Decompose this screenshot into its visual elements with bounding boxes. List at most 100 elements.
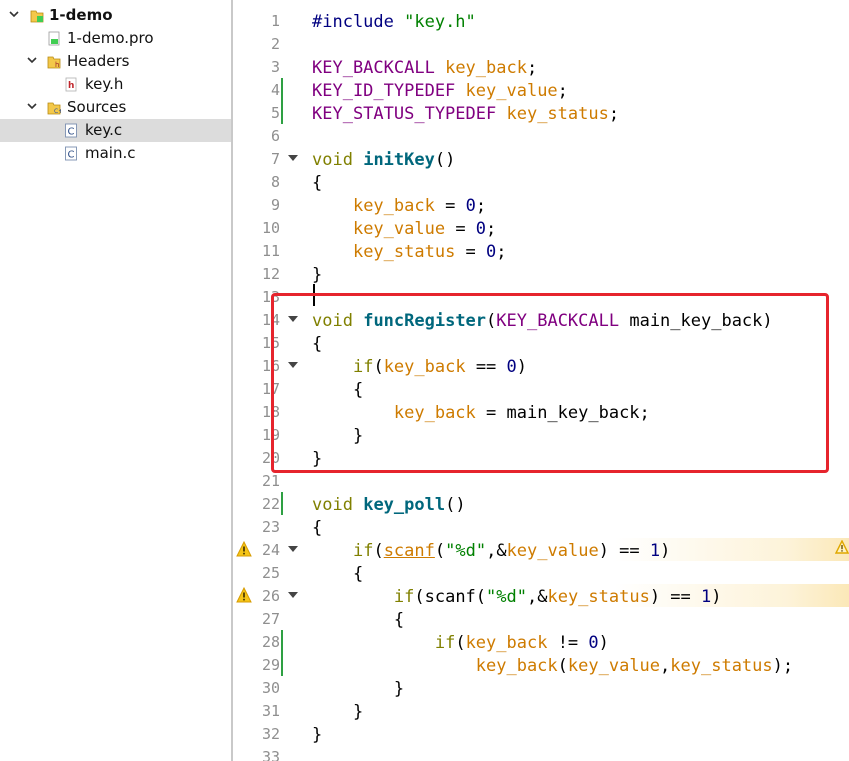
code-text: } <box>312 702 364 722</box>
tree-item-label: 1-demo <box>49 6 113 24</box>
code-line-23[interactable]: 23 { <box>233 515 849 538</box>
code-line-24[interactable]: 24 if(scanf("%d",&key_value) == 1) <box>233 538 849 561</box>
line-number: 22 <box>261 495 280 513</box>
code-text: { <box>312 518 323 538</box>
tree-item-1-demo-pro[interactable]: 1-demo.pro <box>0 27 231 50</box>
code-line-28[interactable]: 28 if(key_back != 0) <box>233 630 849 653</box>
code-line-12[interactable]: 12} <box>233 262 849 285</box>
code-line-33[interactable]: 33 <box>233 745 849 761</box>
line-number: 29 <box>261 656 280 674</box>
fold-marker-icon[interactable] <box>288 546 298 552</box>
code-line-29[interactable]: 29 key_back(key_value,key_status); <box>233 653 849 676</box>
svg-text:h: h <box>55 61 59 69</box>
expand-arrow-icon[interactable] <box>8 8 20 20</box>
code-text: } <box>312 679 405 699</box>
tree-item-label: key.h <box>85 75 124 93</box>
code-text: } <box>312 725 323 745</box>
code-text: if(scanf("%d",&key_status) == 1) <box>393 587 722 607</box>
line-number: 30 <box>261 679 280 697</box>
code-text: key_back(key_value,key_status); <box>475 656 794 676</box>
code-line-11[interactable]: 11 key_status = 0; <box>233 239 849 262</box>
code-line-30[interactable]: 30 } <box>233 676 849 699</box>
line-number: 9 <box>270 196 280 214</box>
code-line-31[interactable]: 31 } <box>233 699 849 722</box>
line-number: 31 <box>261 702 280 720</box>
tree-item-sources[interactable]: C+ Sources <box>0 96 231 119</box>
changed-line-marker <box>281 492 283 515</box>
changed-line-marker <box>281 101 283 124</box>
code-line-10[interactable]: 10 key_value = 0; <box>233 216 849 239</box>
code-text: if(scanf("%d",&key_value) == 1) <box>352 541 671 561</box>
code-text: KEY_STATUS_TYPEDEF key_status; <box>312 104 620 124</box>
tree-item-label: Sources <box>67 98 127 116</box>
line-number: 24 <box>261 541 280 559</box>
line-number: 6 <box>270 127 280 145</box>
expand-arrow-icon[interactable] <box>26 100 38 112</box>
line-number: 26 <box>261 587 280 605</box>
code-line-27[interactable]: 27 { <box>233 607 849 630</box>
code-text: void initKey() <box>312 150 456 170</box>
line-number: 3 <box>270 58 280 76</box>
tree-item-headers[interactable]: h Headers <box>0 50 231 73</box>
line-number: 11 <box>261 242 280 260</box>
code-text: key_value = 0; <box>352 219 497 239</box>
tree-item-main-c[interactable]: Cmain.c <box>0 142 231 165</box>
tree-item-1-demo[interactable]: 1-demo <box>0 4 231 27</box>
line-number: 21 <box>261 472 280 490</box>
code-line-8[interactable]: 8{ <box>233 170 849 193</box>
line-number: 8 <box>270 173 280 191</box>
code-text: { <box>312 564 364 584</box>
code-line-2[interactable]: 2 <box>233 32 849 55</box>
code-line-9[interactable]: 9 key_back = 0; <box>233 193 849 216</box>
tree-item-key-h[interactable]: h key.h <box>0 73 231 96</box>
expand-arrow-icon[interactable] <box>26 54 38 66</box>
line-number: 10 <box>261 219 280 237</box>
tree-item-label: key.c <box>85 121 123 139</box>
highlight-box <box>271 293 829 473</box>
c-file-icon: C <box>65 146 77 161</box>
line-number: 27 <box>261 610 280 628</box>
line-number: 5 <box>270 104 280 122</box>
code-text: KEY_ID_TYPEDEF key_value; <box>312 81 568 101</box>
code-text: } <box>312 265 323 285</box>
code-line-26[interactable]: 26 if(scanf("%d",&key_status) == 1) <box>233 584 849 607</box>
svg-text:C: C <box>68 127 75 138</box>
folder-headers-icon: h <box>47 56 61 69</box>
code-line-32[interactable]: 32} <box>233 722 849 745</box>
c-file-icon: C <box>65 123 77 138</box>
tree-item-key-c[interactable]: Ckey.c <box>0 119 231 142</box>
fold-marker-icon[interactable] <box>288 592 298 598</box>
code-line-3[interactable]: 3 KEY_BACKCALL key_back; <box>233 55 849 78</box>
warning-icon <box>835 540 849 554</box>
line-number: 25 <box>261 564 280 582</box>
svg-text:h: h <box>68 81 74 91</box>
code-line-4[interactable]: 4 KEY_ID_TYPEDEF key_value; <box>233 78 849 101</box>
folder-sources-icon: C+ <box>47 102 61 115</box>
code-line-1[interactable]: 1 #include "key.h" <box>233 9 849 32</box>
code-line-25[interactable]: 25 { <box>233 561 849 584</box>
line-number: 12 <box>261 265 280 283</box>
line-number: 1 <box>270 12 280 30</box>
line-number: 7 <box>270 150 280 168</box>
qt-project-icon <box>30 10 44 23</box>
changed-line-marker <box>281 653 283 676</box>
code-text: { <box>312 610 405 630</box>
tree-item-label: 1-demo.pro <box>67 29 154 47</box>
code-text: if(key_back != 0) <box>434 633 609 653</box>
line-number: 32 <box>261 725 280 743</box>
qt-pro-file-icon <box>48 31 60 46</box>
code-text: KEY_BACKCALL key_back; <box>312 58 538 78</box>
code-line-5[interactable]: 5 KEY_STATUS_TYPEDEF key_status; <box>233 101 849 124</box>
fold-marker-icon[interactable] <box>288 155 298 161</box>
code-text: key_status = 0; <box>352 242 507 262</box>
code-line-7[interactable]: 7 void initKey() <box>233 147 849 170</box>
line-number: 28 <box>261 633 280 651</box>
svg-text:C: C <box>68 150 75 161</box>
code-line-22[interactable]: 22 void key_poll() <box>233 492 849 515</box>
tree-item-label: main.c <box>85 144 136 162</box>
code-text: #include "key.h" <box>312 12 476 32</box>
project-tree: 1-demo 1-demo.pro h Headers h key.h C+ Sources C… <box>0 0 231 761</box>
changed-line-marker <box>281 78 283 101</box>
code-line-6[interactable]: 6 <box>233 124 849 147</box>
svg-text:C+: C+ <box>54 108 61 115</box>
